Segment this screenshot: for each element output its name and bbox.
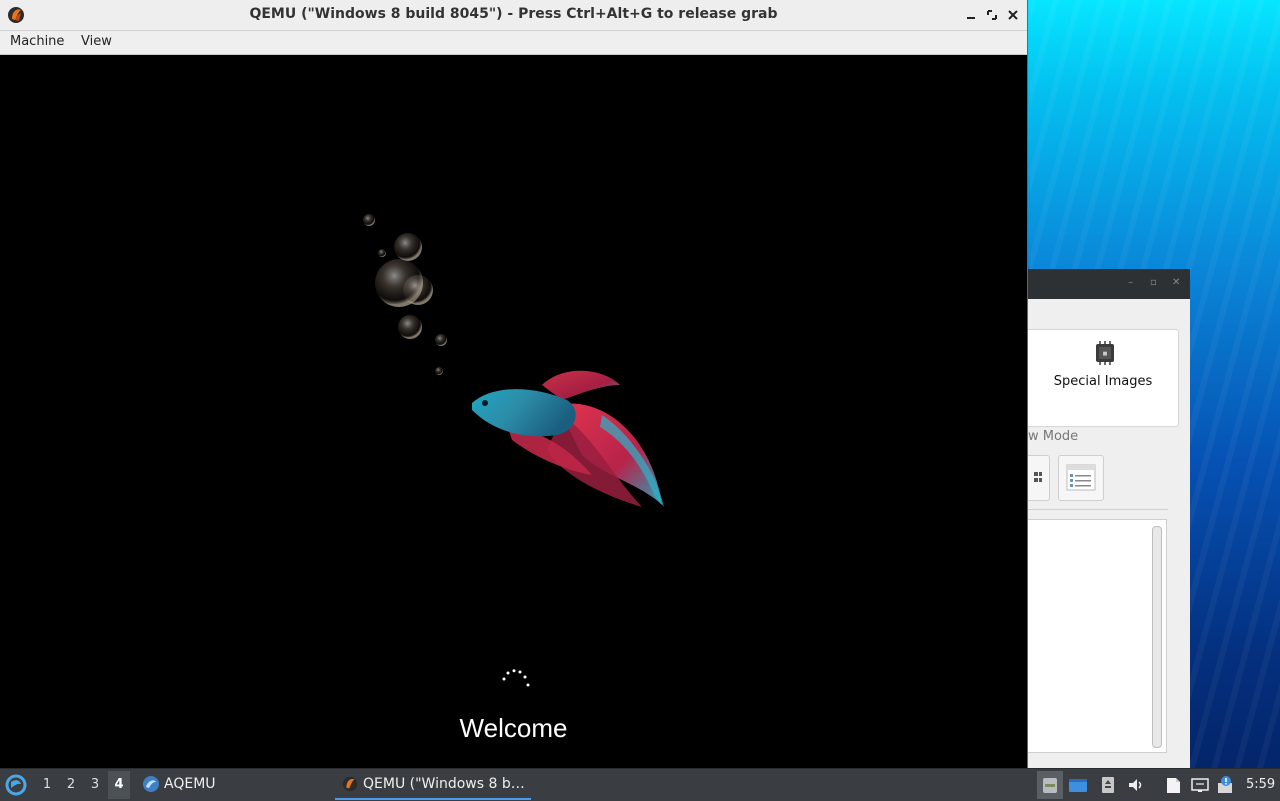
network-icon[interactable]: [1190, 775, 1210, 795]
removable-drive-icon[interactable]: [1098, 775, 1118, 795]
qemu-titlebar[interactable]: QEMU ("Windows 8 build 8045") - Press Ct…: [0, 0, 1027, 31]
aqemu-icon: [143, 776, 159, 792]
special-images-label: Special Images: [1053, 374, 1153, 389]
clipboard-icon[interactable]: [1040, 775, 1060, 795]
notes-icon[interactable]: [1163, 775, 1183, 795]
vm-display[interactable]: Welcome: [2, 55, 1025, 768]
menubar: Machine View: [0, 31, 1027, 55]
aqemu-titlebar[interactable]: – ▫ ✕: [1028, 269, 1190, 299]
chip-icon: ■: [1096, 341, 1114, 365]
betta-fish: [472, 370, 664, 507]
boot-fish-image: [363, 214, 664, 507]
minimize-icon[interactable]: –: [1128, 278, 1138, 288]
window-title: QEMU ("Windows 8 build 8045") - Press Ct…: [249, 6, 778, 22]
workspace-4[interactable]: 4: [112, 777, 126, 792]
qemu-icon: [342, 776, 358, 792]
vertical-scrollbar[interactable]: [1152, 526, 1162, 748]
menu-view[interactable]: View: [81, 34, 112, 49]
workspace-3[interactable]: 3: [88, 777, 102, 792]
view-mode-label: w Mode: [1028, 429, 1079, 444]
workspace-1[interactable]: 1: [40, 777, 54, 792]
task-aqemu-label: AQEMU: [164, 776, 216, 792]
clock[interactable]: 5:59: [1246, 777, 1275, 792]
qemu-window[interactable]: QEMU ("Windows 8 build 8045") - Press Ct…: [0, 0, 1028, 768]
close-icon[interactable]: ✕: [1172, 278, 1182, 288]
start-menu-icon[interactable]: [5, 774, 27, 796]
svg-text:■: ■: [1103, 351, 1108, 357]
show-desktop-icon[interactable]: [1068, 775, 1088, 795]
special-images-button[interactable]: ■ Special Images: [1028, 329, 1179, 427]
loading-spinner-icon: [502, 669, 530, 687]
bubbles: [363, 214, 447, 375]
menu-machine[interactable]: Machine: [10, 34, 64, 49]
view-mode-list-button[interactable]: [1058, 455, 1104, 501]
separator: [1028, 509, 1168, 510]
vm-list[interactable]: [1028, 519, 1167, 753]
maximize-icon[interactable]: ▫: [1150, 278, 1160, 288]
volume-icon[interactable]: [1126, 775, 1146, 795]
taskbar: 1 2 3 4 AQEMU QEMU ("Windows 8 b… 5:59: [0, 768, 1280, 801]
maximize-icon[interactable]: [984, 6, 1000, 24]
update-notification-icon[interactable]: [1216, 775, 1236, 795]
aqemu-window[interactable]: – ▫ ✕ ■ Special Images w Mode: [1004, 269, 1190, 768]
minimize-icon[interactable]: [963, 6, 979, 24]
welcome-text: Welcome: [459, 713, 568, 743]
task-qemu-label: QEMU ("Windows 8 b…: [363, 776, 525, 792]
close-icon[interactable]: [1005, 6, 1021, 24]
list-view-icon: [1066, 464, 1096, 491]
workspace-2[interactable]: 2: [64, 777, 78, 792]
